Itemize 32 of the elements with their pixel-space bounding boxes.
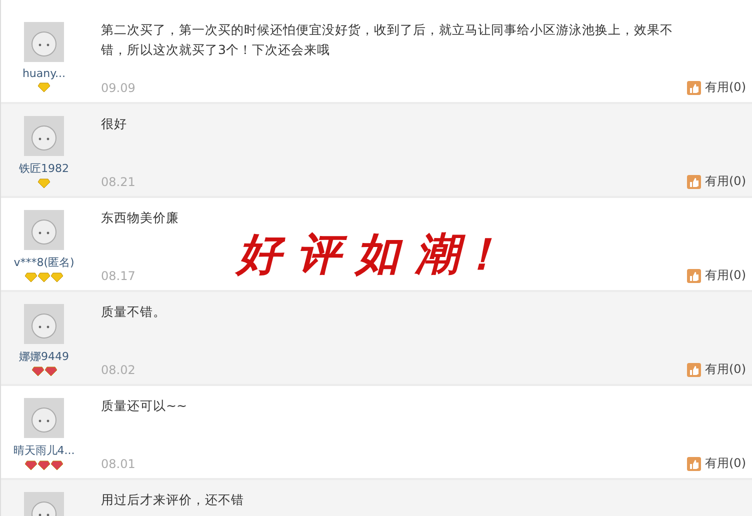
- useful-link[interactable]: 有用(0): [687, 455, 746, 472]
- review-text: 质量不错。: [101, 303, 167, 321]
- user-name[interactable]: v***8(匿名): [14, 255, 74, 270]
- promo-slogan: 好 评 如 潮！: [237, 225, 503, 284]
- review-text: 质量还可以~~: [101, 397, 188, 415]
- thumbs-up-icon: [687, 362, 701, 376]
- review-text: 第二次买了，第一次买的时候还怕便宜没好货，收到了后，就立马让同事给小区游泳池换上，效果不错，所以这次就买了3个！下次还会来哦: [101, 21, 674, 59]
- review-date: 09.09: [101, 80, 136, 94]
- thumbs-up-icon: [687, 456, 701, 470]
- review-date: 08.02: [101, 362, 136, 376]
- avatar-icon: [24, 116, 64, 156]
- review-date: 08.01: [101, 456, 136, 470]
- review-text: 很好: [101, 115, 128, 133]
- useful-link[interactable]: 有用(0): [687, 361, 746, 378]
- thumbs-up-icon: [687, 268, 701, 282]
- useful-link[interactable]: 有用(0): [687, 173, 746, 190]
- avatar-icon: [24, 210, 64, 250]
- user-name[interactable]: 娜娜9449: [19, 349, 69, 364]
- avatar-icon: [24, 22, 64, 62]
- thumbs-up-icon: [687, 80, 701, 94]
- review-text: 用过后才来评价，还不错: [101, 491, 245, 509]
- thumbs-up-icon: [687, 174, 701, 188]
- review-date: 08.21: [101, 174, 136, 188]
- review-text: 东西物美价廉: [101, 209, 180, 227]
- review-date: 08.17: [101, 268, 136, 282]
- useful-link[interactable]: 有用(0): [687, 79, 746, 96]
- user-name[interactable]: huany...: [22, 67, 66, 80]
- user-name[interactable]: 铁匠1982: [19, 161, 69, 176]
- avatar-icon: [24, 398, 64, 438]
- avatar-icon: [24, 304, 64, 344]
- user-name[interactable]: 晴天雨儿4...: [13, 443, 75, 458]
- useful-link[interactable]: 有用(0): [687, 267, 746, 284]
